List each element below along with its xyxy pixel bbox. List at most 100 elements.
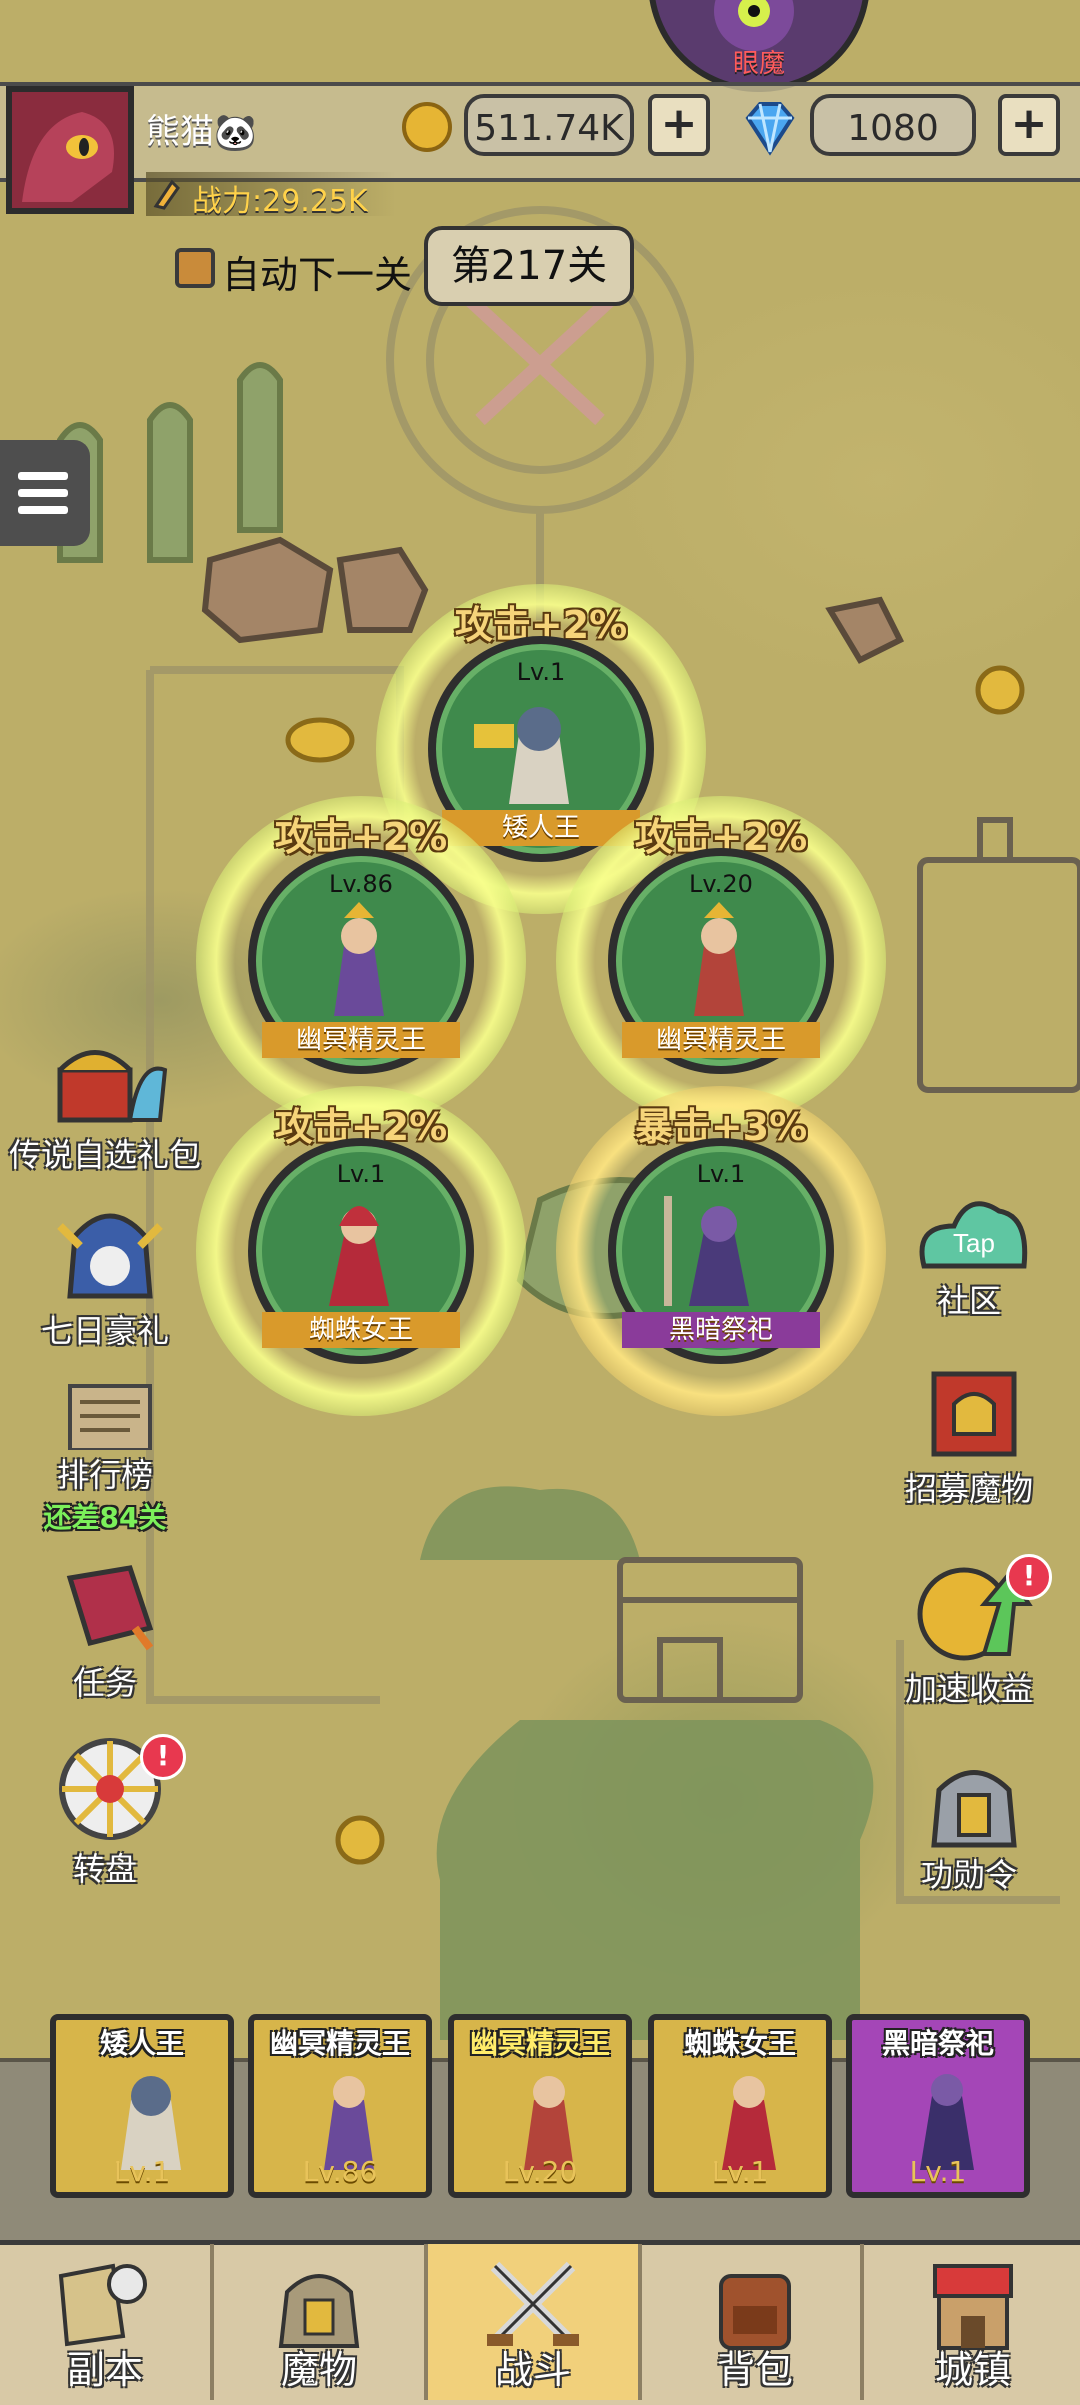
dark-priest-icon xyxy=(920,2074,974,2170)
crossed-swords-icon xyxy=(487,2261,579,2346)
spider-queen-icon xyxy=(722,2076,776,2170)
dragon-avatar-icon xyxy=(22,112,114,202)
merit-order-button[interactable]: 功勋令 xyxy=(894,1750,1044,1896)
recruit-monster-label: 招募魔物 xyxy=(904,1470,1033,1508)
map-compass-icon xyxy=(58,2263,147,2347)
shop-icon xyxy=(933,2264,1013,2350)
boss-name: 眼魔 xyxy=(732,49,785,79)
recruit-monster-button[interactable]: 招募魔物 xyxy=(894,1364,1044,1510)
formation-slot-3[interactable]: 攻击+2% Lv.20 幽冥精灵王 xyxy=(556,796,886,1126)
community-button[interactable]: Tap 社区 xyxy=(894,1186,1044,1322)
dark-priest-icon xyxy=(664,1196,749,1306)
slot-level: Lv.1 xyxy=(336,1160,386,1188)
power-icon xyxy=(153,179,180,210)
tab-label: 战斗 xyxy=(494,2348,571,2392)
nether-elf-king-icon xyxy=(694,902,744,1016)
legend-gift-pack-label: 传说自选礼包 xyxy=(8,1136,201,1174)
slot-level: Lv.20 xyxy=(689,870,753,898)
team-card-level: Lv.1 xyxy=(711,2155,769,2188)
formation-slot-2[interactable]: 攻击+2% Lv.86 幽冥精灵王 xyxy=(196,796,526,1126)
wheel-alert-badge: ! xyxy=(140,1734,186,1780)
team-card-name: 幽冥精灵王 xyxy=(269,2027,410,2060)
player-name: 熊猫🐼 xyxy=(146,112,257,152)
team-card-3[interactable]: 幽冥精灵王 Lv.20 xyxy=(448,2014,632,2198)
tab-label: 背包 xyxy=(716,2348,793,2392)
team-card-5[interactable]: 黑暗祭祀 Lv.1 xyxy=(846,2014,1030,2198)
tab-dungeon[interactable]: 副本 xyxy=(0,2244,214,2400)
speed-up-income-label: 加速收益 xyxy=(904,1670,1033,1708)
hamburger-icon-line xyxy=(18,489,68,497)
team-card-name: 矮人王 xyxy=(99,2027,184,2060)
tab-town[interactable]: 城镇 xyxy=(866,2244,1080,2400)
tab-monsters[interactable]: 魔物 xyxy=(214,2244,428,2400)
coin-icon xyxy=(402,102,452,152)
monster-helmet-icon xyxy=(278,2274,360,2348)
tasks-button[interactable]: 任务 xyxy=(30,1558,180,1704)
coin-balance: 511.74K xyxy=(464,94,634,156)
slot-level: Lv.86 xyxy=(329,870,393,898)
income-alert-badge: ! xyxy=(1006,1554,1052,1600)
tab-label: 魔物 xyxy=(280,2348,357,2392)
team-card-4[interactable]: 蜘蛛女王 Lv.1 xyxy=(648,2014,832,2198)
team-card-level: Lv.1 xyxy=(909,2155,967,2188)
team-card-level: Lv.1 xyxy=(113,2155,171,2188)
auto-next-label: 自动下一关 xyxy=(222,253,413,297)
add-coins-button[interactable]: + xyxy=(648,94,710,156)
team-card-2[interactable]: 幽冥精灵王 Lv.86 xyxy=(248,2014,432,2198)
scroll-icon xyxy=(50,1380,160,1452)
banner-helmet-icon xyxy=(914,1364,1024,1464)
slot-level: Lv.1 xyxy=(696,1160,746,1188)
stage-indicator[interactable]: 第217关 xyxy=(424,226,634,306)
knight-helmet-icon xyxy=(50,1196,163,1306)
slot-name: 幽冥精灵王 xyxy=(622,1022,820,1058)
hamburger-icon-line xyxy=(18,506,68,514)
treasure-chest-icon xyxy=(50,1030,168,1130)
slot-name: 幽冥精灵王 xyxy=(262,1022,460,1058)
slot-level: Lv.1 xyxy=(516,658,566,686)
backpack-icon xyxy=(719,2274,791,2350)
hamburger-icon xyxy=(18,472,68,480)
tab-label: 副本 xyxy=(66,2348,143,2392)
spider-queen-icon xyxy=(329,1206,389,1306)
lucky-wheel-label: 转盘 xyxy=(72,1850,137,1888)
leaderboard-button[interactable]: 排行榜 还差84关 xyxy=(30,1380,180,1536)
team-card-name: 蜘蛛女王 xyxy=(683,2027,796,2060)
book-icon xyxy=(50,1558,160,1658)
team-card-1[interactable]: 矮人王 Lv.1 xyxy=(50,2014,234,2198)
team-card-level: Lv.20 xyxy=(502,2155,578,2188)
menu-button[interactable] xyxy=(0,440,90,546)
leaderboard-label: 排行榜 xyxy=(56,1456,153,1494)
formation-slot-4[interactable]: 攻击+2% Lv.1 蜘蛛女王 xyxy=(196,1086,526,1416)
auto-next-checkbox[interactable] xyxy=(175,248,215,288)
tap-cloud-icon: Tap xyxy=(914,1186,1028,1276)
nether-elf-king-icon xyxy=(524,2076,574,2170)
nether-elf-king-icon xyxy=(334,902,384,1016)
community-label: 社区 xyxy=(936,1282,1001,1320)
merit-order-label: 功勋令 xyxy=(920,1856,1017,1894)
team-card-level: Lv.86 xyxy=(302,2155,378,2188)
seven-day-gift-button[interactable]: 七日豪礼 xyxy=(30,1196,180,1352)
team-card-name: 黑暗祭祀 xyxy=(881,2027,994,2060)
tab-battle[interactable]: 战斗 xyxy=(428,2244,642,2400)
slot-name: 蜘蛛女王 xyxy=(262,1312,460,1348)
lucky-wheel-button[interactable]: ! 转盘 xyxy=(30,1734,186,1890)
formation-slot-5[interactable]: 暴击+3% Lv.1 黑暗祭祀 xyxy=(556,1086,886,1416)
tasks-label: 任务 xyxy=(72,1664,137,1702)
tap-icon-text: Tap xyxy=(953,1228,995,1258)
helmet-medal-icon xyxy=(914,1750,1024,1850)
legend-gift-pack-button[interactable]: 传说自选礼包 xyxy=(9,1030,201,1176)
dwarf-king-icon xyxy=(474,707,569,804)
dwarf-king-icon xyxy=(121,2076,181,2170)
leaderboard-gap-text: 还差84关 xyxy=(43,1501,167,1534)
seven-day-gift-label: 七日豪礼 xyxy=(40,1312,169,1350)
nether-elf-king-icon xyxy=(324,2076,374,2170)
gem-balance: 1080 xyxy=(810,94,976,156)
tab-backpack[interactable]: 背包 xyxy=(650,2244,864,2400)
boss-portrait[interactable]: 眼魔 xyxy=(648,0,870,92)
gem-icon xyxy=(745,102,795,156)
add-gems-button[interactable]: + xyxy=(998,94,1060,156)
speed-up-income-button[interactable]: ! 加速收益 xyxy=(894,1554,1052,1710)
team-card-name: 幽冥精灵王 xyxy=(469,2027,610,2060)
avatar[interactable] xyxy=(6,86,134,214)
tab-label: 城镇 xyxy=(934,2348,1011,2392)
